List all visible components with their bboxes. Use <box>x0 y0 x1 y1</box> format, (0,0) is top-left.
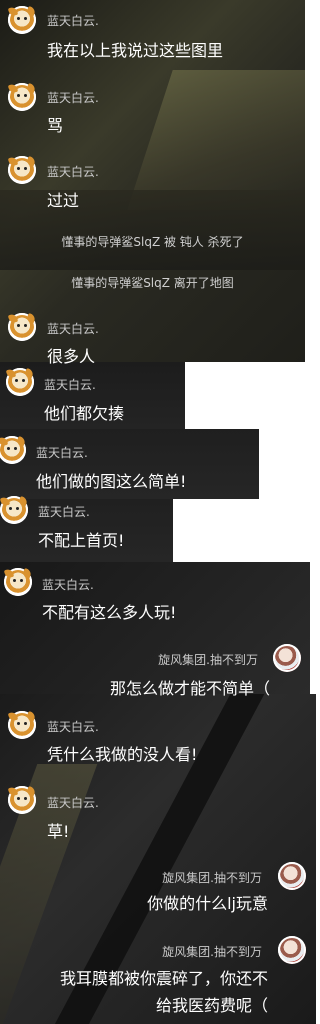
username: 旋风集团.抽不到万 <box>162 871 262 885</box>
avatar[interactable] <box>273 644 301 672</box>
username: 蓝天白云. <box>47 796 99 810</box>
background-shape <box>127 70 305 210</box>
avatar[interactable] <box>0 495 29 524</box>
background-shape <box>0 190 305 270</box>
username: 蓝天白云. <box>42 578 94 592</box>
username: 蓝天白云. <box>47 165 99 179</box>
message-text: 他们做的图这么简单! <box>36 472 187 491</box>
message-text: 很多人 <box>47 347 96 366</box>
message-text: 他们都欠揍 <box>44 404 125 423</box>
message-text: 你做的什么lj玩意 <box>147 894 268 913</box>
system-message: 懂事的导弹鲨SlqZ 被 钝人 杀死了 <box>61 235 244 249</box>
message-text: 我在以上我说过这些图里 <box>47 41 224 60</box>
avatar[interactable] <box>7 312 37 341</box>
system-message: 懂事的导弹鲨SlqZ 离开了地图 <box>71 276 234 290</box>
username: 蓝天白云. <box>38 505 90 519</box>
message-text: 过过 <box>47 191 80 210</box>
avatar[interactable] <box>7 155 37 184</box>
username: 蓝天白云. <box>36 446 88 460</box>
avatar[interactable] <box>5 367 35 396</box>
avatar[interactable] <box>7 5 37 34</box>
username: 旋风集团.抽不到万 <box>158 653 258 667</box>
username: 蓝天白云. <box>47 720 99 734</box>
username: 蓝天白云. <box>44 378 96 392</box>
message-text: 那怎么做才能不简单（ <box>109 679 270 698</box>
avatar[interactable] <box>3 567 33 596</box>
username: 蓝天白云. <box>47 322 99 336</box>
message-text: 骂 <box>47 116 64 135</box>
avatar[interactable] <box>278 936 306 964</box>
avatar[interactable] <box>278 862 306 890</box>
message-text: 凭什么我做的没人看! <box>47 745 198 764</box>
message-text-line1: 我耳膜都被你震碎了，你还不 <box>59 969 268 988</box>
username: 蓝天白云. <box>47 91 99 105</box>
avatar[interactable] <box>7 785 37 814</box>
message-text: 不配有这么多人玩! <box>42 603 177 622</box>
avatar[interactable] <box>7 710 37 739</box>
avatar[interactable] <box>7 82 37 111</box>
username: 旋风集团.抽不到万 <box>162 945 262 959</box>
message-text-line2: 给我医药费呢（ <box>155 996 268 1015</box>
username: 蓝天白云. <box>47 14 99 28</box>
message-text: 不配上首页! <box>38 531 125 550</box>
message-text: 草! <box>47 822 70 841</box>
